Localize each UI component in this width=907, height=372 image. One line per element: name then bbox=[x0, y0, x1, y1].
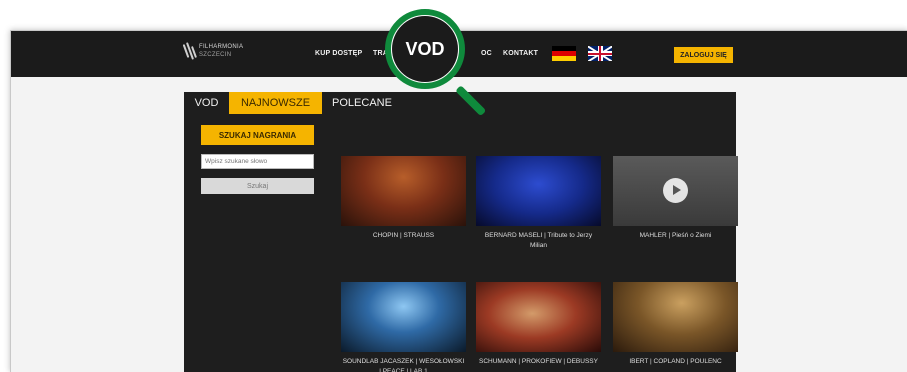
video-caption[interactable]: CHOPIN | STRAUSS bbox=[341, 231, 466, 241]
video-caption[interactable]: SCHUMANN | PROKOFIEW | DEBUSSY bbox=[476, 357, 601, 367]
video-thumbnail[interactable] bbox=[613, 282, 738, 352]
video-thumbnail[interactable] bbox=[341, 282, 466, 352]
search-submit-button[interactable]: Szukaj bbox=[201, 178, 314, 194]
video-tile[interactable]: SCHUMANN | PROKOFIEW | DEBUSSY bbox=[476, 282, 601, 367]
search-recordings-button[interactable]: SZUKAJ NAGRANIA bbox=[201, 125, 314, 145]
video-thumbnail[interactable] bbox=[476, 156, 601, 226]
play-icon[interactable] bbox=[663, 178, 688, 203]
video-tile[interactable]: BERNARD MASELI | Tribute to Jerzy Milian bbox=[476, 156, 601, 251]
video-caption[interactable]: SOUNDLAB JACASZEK | WESOŁOWSKI | PEACE |… bbox=[341, 357, 466, 372]
video-tile[interactable]: MAHLER | Pieśń o Ziemi bbox=[613, 156, 738, 241]
tab-newest[interactable]: NAJNOWSZE bbox=[229, 92, 322, 114]
nav-help[interactable]: OC bbox=[481, 50, 492, 57]
magnifier-icon: VOD bbox=[385, 9, 465, 89]
tab-recommended[interactable]: POLECANE bbox=[322, 92, 402, 114]
video-tile[interactable]: IBERT | COPLAND | POULENC bbox=[613, 282, 738, 367]
video-thumbnail[interactable] bbox=[613, 156, 738, 226]
vod-panel: VOD NAJNOWSZE POLECANE SZUKAJ NAGRANIA S… bbox=[184, 92, 738, 372]
video-caption[interactable]: BERNARD MASELI | Tribute to Jerzy Milian bbox=[476, 231, 601, 251]
flag-uk-icon[interactable] bbox=[588, 46, 612, 61]
flag-de-icon[interactable] bbox=[552, 46, 576, 61]
video-caption[interactable]: IBERT | COPLAND | POULENC bbox=[613, 357, 738, 367]
video-caption[interactable]: MAHLER | Pieśń o Ziemi bbox=[613, 231, 738, 241]
magnifier-label: VOD bbox=[405, 38, 445, 59]
video-tile[interactable]: CHOPIN | STRAUSS bbox=[341, 156, 466, 241]
nav-contact[interactable]: KONTAKT bbox=[503, 50, 538, 57]
site-logo[interactable]: FILHARMONIA SZCZECIN bbox=[182, 42, 244, 60]
logo-line1: FILHARMONIA bbox=[199, 44, 244, 50]
browser-frame: FILHARMONIA SZCZECIN KUP DOSTĘP TRA OC K… bbox=[10, 30, 907, 372]
logo-line2: SZCZECIN bbox=[199, 52, 232, 58]
video-tile[interactable]: SOUNDLAB JACASZEK | WESOŁOWSKI | PEACE |… bbox=[341, 282, 466, 372]
video-thumbnail[interactable] bbox=[341, 156, 466, 226]
video-thumbnail[interactable] bbox=[476, 282, 601, 352]
logo-icon bbox=[182, 42, 197, 60]
login-button[interactable]: ZALOGUJ SIĘ bbox=[674, 47, 733, 63]
nav-buy-access[interactable]: KUP DOSTĘP bbox=[315, 50, 362, 57]
search-input[interactable] bbox=[201, 154, 314, 169]
tab-vod[interactable]: VOD bbox=[184, 92, 229, 114]
